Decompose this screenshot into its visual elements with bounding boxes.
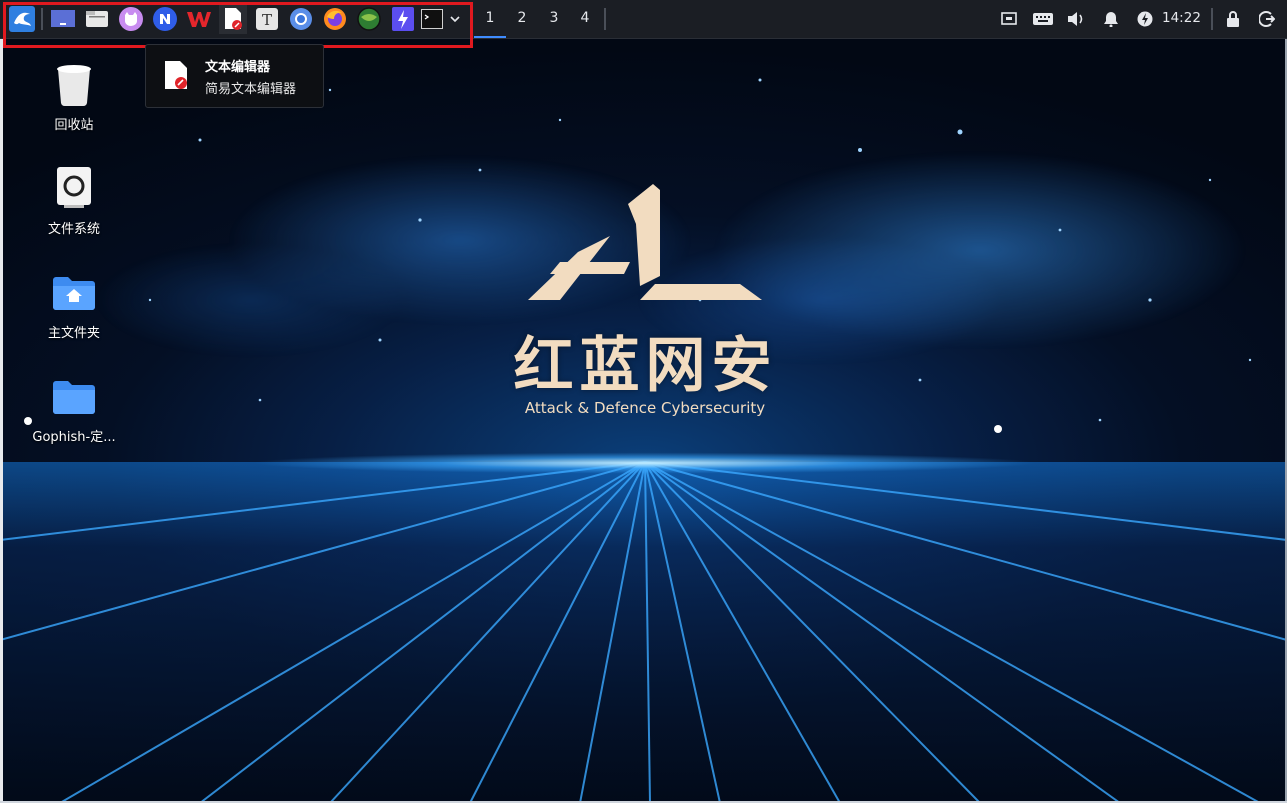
desktop-icon-label: 主文件夹	[47, 326, 100, 341]
bell-icon[interactable]	[1101, 9, 1121, 29]
left-edge	[0, 38, 3, 803]
app-tooltip: 文本编辑器 简易文本编辑器	[145, 44, 324, 108]
highlight-box	[3, 2, 473, 48]
workspace-2[interactable]: 2	[506, 0, 538, 36]
folder-icon	[50, 372, 98, 420]
horizon-glow	[0, 448, 1287, 478]
trash-icon	[50, 60, 98, 108]
clock[interactable]: 14:22	[1162, 0, 1201, 36]
desktop-icon-label: 文件系统	[47, 222, 100, 237]
text-editor-icon	[163, 60, 189, 94]
desktop-icon-trash[interactable]: 回收站	[19, 60, 129, 133]
desktop-icon-gophish[interactable]: Gophish-定...	[19, 372, 129, 445]
desktop-icon-home[interactable]: 主文件夹	[19, 268, 129, 341]
desktop-icon-label: Gophish-定...	[32, 430, 116, 445]
taskbar-separator	[1211, 8, 1213, 30]
workspace-1[interactable]: 1	[474, 0, 506, 38]
desktop-screen: 红蓝网安 Attack & Defence Cybersecurity 回收站 …	[0, 0, 1287, 803]
logout-icon[interactable]	[1257, 9, 1277, 29]
keyboard-icon[interactable]	[1031, 9, 1055, 29]
al-logo-mark	[528, 184, 762, 300]
lock-icon[interactable]	[1223, 9, 1243, 29]
home-folder-icon	[50, 268, 98, 316]
desktop-icon-filesystem[interactable]: 文件系统	[19, 164, 129, 237]
wallpaper-title-cn: 红蓝网安	[513, 331, 778, 401]
power-manager-icon[interactable]	[1135, 9, 1155, 29]
volume-icon[interactable]	[1066, 9, 1086, 29]
tooltip-title: 文本编辑器	[205, 60, 271, 75]
taskbar-separator	[604, 8, 606, 30]
desktop-icon-label: 回收站	[54, 118, 94, 133]
wallpaper-title-en: Attack & Defence Cybersecurity	[524, 399, 766, 417]
workspace-4[interactable]: 4	[569, 0, 601, 36]
network-icon[interactable]	[999, 9, 1019, 29]
workspace-3[interactable]: 3	[538, 0, 570, 36]
tooltip-subtitle: 简易文本编辑器	[205, 82, 297, 97]
drive-icon	[50, 164, 98, 212]
